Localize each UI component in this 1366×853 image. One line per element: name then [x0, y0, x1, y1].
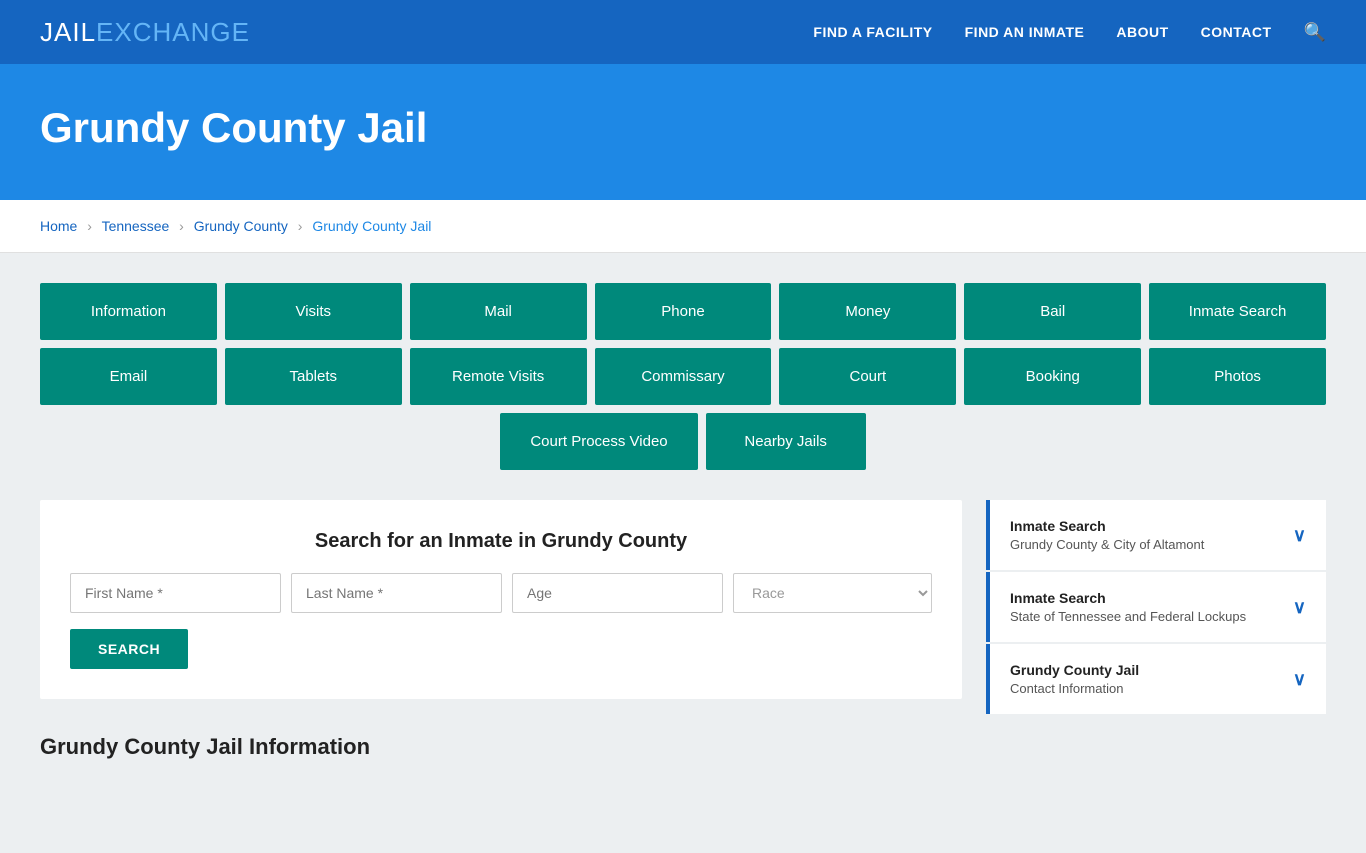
breadcrumb-sep-1: ›: [87, 218, 92, 234]
nav-btn-court-process-video[interactable]: Court Process Video: [500, 413, 697, 470]
sidebar-item-title-1: Inmate Search: [1010, 590, 1246, 606]
nav-btn-nearby-jails[interactable]: Nearby Jails: [706, 413, 866, 470]
nav-contact[interactable]: CONTACT: [1201, 24, 1272, 40]
sidebar-item-title-0: Inmate Search: [1010, 518, 1204, 534]
sidebar-item-subtitle-0: Grundy County & City of Altamont: [1010, 537, 1204, 552]
race-select[interactable]: RaceWhiteBlackHispanicAsianOther: [733, 573, 932, 613]
nav-btn-mail[interactable]: Mail: [410, 283, 587, 340]
chevron-down-icon: ∨: [1293, 525, 1306, 546]
sidebar-item-2[interactable]: Grundy County Jail Contact Information ∨: [986, 644, 1326, 714]
nav-btn-remote-visits[interactable]: Remote Visits: [410, 348, 587, 405]
breadcrumb: Home › Tennessee › Grundy County › Grund…: [0, 200, 1366, 253]
sidebar-item-1[interactable]: Inmate Search State of Tennessee and Fed…: [986, 572, 1326, 642]
main-layout: Search for an Inmate in Grundy County Ra…: [40, 500, 1326, 714]
sidebar: Inmate Search Grundy County & City of Al…: [986, 500, 1326, 714]
bottom-section: Grundy County Jail Information: [40, 734, 1326, 760]
main-nav: FIND A FACILITY FIND AN INMATE ABOUT CON…: [813, 22, 1326, 43]
last-name-input[interactable]: [291, 573, 502, 613]
sidebar-item-subtitle-1: State of Tennessee and Federal Lockups: [1010, 609, 1246, 624]
site-logo[interactable]: JAILEXCHANGE: [40, 17, 250, 48]
nav-btn-court[interactable]: Court: [779, 348, 956, 405]
search-fields: RaceWhiteBlackHispanicAsianOther: [70, 573, 932, 613]
nav-btn-photos[interactable]: Photos: [1149, 348, 1326, 405]
nav-btn-inmate-search[interactable]: Inmate Search: [1149, 283, 1326, 340]
sidebar-item-title-2: Grundy County Jail: [1010, 662, 1139, 678]
nav-btn-money[interactable]: Money: [779, 283, 956, 340]
nav-find-inmate[interactable]: FIND AN INMATE: [965, 24, 1085, 40]
search-button[interactable]: SEARCH: [70, 629, 188, 669]
bottom-title: Grundy County Jail Information: [40, 734, 1326, 760]
nav-btn-visits[interactable]: Visits: [225, 283, 402, 340]
nav-grid-row3: Court Process VideoNearby Jails: [40, 413, 1326, 470]
nav-btn-bail[interactable]: Bail: [964, 283, 1141, 340]
nav-grid-row1: InformationVisitsMailPhoneMoneyBailInmat…: [40, 283, 1326, 340]
breadcrumb-home[interactable]: Home: [40, 218, 77, 234]
nav-grid-row2: EmailTabletsRemote VisitsCommissaryCourt…: [40, 348, 1326, 405]
logo-exchange: EXCHANGE: [96, 17, 250, 47]
nav-find-facility[interactable]: FIND A FACILITY: [813, 24, 932, 40]
nav-btn-tablets[interactable]: Tablets: [225, 348, 402, 405]
page-title: Grundy County Jail: [40, 104, 1326, 152]
site-header: JAILEXCHANGE FIND A FACILITY FIND AN INM…: [0, 0, 1366, 64]
breadcrumb-state[interactable]: Tennessee: [102, 218, 170, 234]
breadcrumb-county[interactable]: Grundy County: [194, 218, 288, 234]
sidebar-item-subtitle-2: Contact Information: [1010, 681, 1139, 696]
content-area: InformationVisitsMailPhoneMoneyBailInmat…: [0, 253, 1366, 853]
nav-btn-information[interactable]: Information: [40, 283, 217, 340]
first-name-input[interactable]: [70, 573, 281, 613]
search-title: Search for an Inmate in Grundy County: [70, 530, 932, 553]
search-icon[interactable]: 🔍: [1304, 22, 1326, 43]
breadcrumb-sep-2: ›: [179, 218, 184, 234]
sidebar-item-0[interactable]: Inmate Search Grundy County & City of Al…: [986, 500, 1326, 570]
nav-btn-booking[interactable]: Booking: [964, 348, 1141, 405]
nav-btn-email[interactable]: Email: [40, 348, 217, 405]
sidebar-item-content-2: Grundy County Jail Contact Information: [1010, 662, 1139, 696]
chevron-down-icon: ∨: [1293, 597, 1306, 618]
age-input[interactable]: [512, 573, 723, 613]
breadcrumb-sep-3: ›: [298, 218, 303, 234]
breadcrumb-current: Grundy County Jail: [312, 218, 431, 234]
sidebar-item-content-0: Inmate Search Grundy County & City of Al…: [1010, 518, 1204, 552]
inmate-search-box: Search for an Inmate in Grundy County Ra…: [40, 500, 962, 699]
sidebar-item-content-1: Inmate Search State of Tennessee and Fed…: [1010, 590, 1246, 624]
chevron-down-icon: ∨: [1293, 669, 1306, 690]
nav-btn-phone[interactable]: Phone: [595, 283, 772, 340]
logo-jail: JAIL: [40, 17, 96, 47]
nav-btn-commissary[interactable]: Commissary: [595, 348, 772, 405]
nav-about[interactable]: ABOUT: [1116, 24, 1168, 40]
hero-section: Grundy County Jail: [0, 64, 1366, 200]
